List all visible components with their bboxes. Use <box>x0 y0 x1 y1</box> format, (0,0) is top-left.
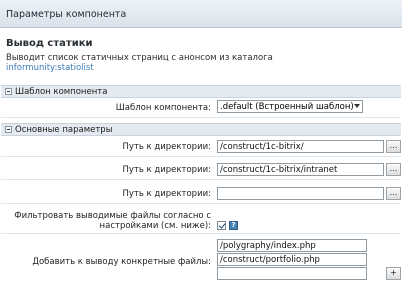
collapse-icon[interactable] <box>5 126 12 133</box>
component-code: informunity:statiolist <box>6 63 94 73</box>
row-template: Шаблон компонента: .default (Встроенный … <box>1 98 401 118</box>
row-add-files: Добавить к выводу конкретные файлы: /pol… <box>1 236 401 288</box>
section-main-title: Основные параметры <box>15 125 113 135</box>
path-input-3[interactable] <box>217 187 384 200</box>
component-description: Выводит список статичных страниц с анонс… <box>6 53 273 63</box>
filter-label-line1: Фильтровать выводимые файлы согласно с <box>14 211 211 221</box>
section-template[interactable]: Шаблон компонента <box>1 85 401 98</box>
template-select-value: .default (Встроенный шаблон) <box>220 102 354 112</box>
browse-button-2[interactable]: ... <box>386 163 401 176</box>
path-input-2[interactable]: /construct/1c-bitrix/intranet <box>217 163 384 176</box>
section-main[interactable]: Основные параметры <box>1 123 401 136</box>
section-template-title: Шаблон компонента <box>15 87 108 97</box>
row-path-1: Путь к директории: /construct/1c-bitrix/… <box>1 137 401 157</box>
add-files-label: Добавить к выводу конкретные файлы: <box>32 257 211 267</box>
component-header: Вывод статики Выводит список статичных с… <box>0 28 402 80</box>
dialog-titlebar: Параметры компонента <box>0 0 402 28</box>
add-file-input-3[interactable] <box>217 267 367 280</box>
path-label: Путь к директории: <box>122 189 211 199</box>
filter-checkbox[interactable] <box>217 221 226 230</box>
path-label: Путь к директории: <box>122 165 211 175</box>
add-file-input-1[interactable]: /polygraphy/index.php <box>217 239 367 252</box>
filter-label-line2: настройками (см. ниже): <box>99 221 211 231</box>
template-select[interactable]: .default (Встроенный шаблон) <box>217 100 363 113</box>
row-path-2: Путь к директории: /construct/1c-bitrix/… <box>1 160 401 180</box>
browse-button-1[interactable]: ... <box>386 140 401 153</box>
row-path-3: Путь к директории: ... <box>1 184 401 204</box>
browse-button-3[interactable]: ... <box>386 187 401 200</box>
template-label: Шаблон компонента: <box>115 103 211 113</box>
path-input-1[interactable]: /construct/1c-bitrix/ <box>217 140 384 153</box>
path-label: Путь к директории: <box>122 142 211 152</box>
help-icon[interactable]: ? <box>229 221 238 230</box>
chevron-down-icon <box>354 104 360 108</box>
add-file-button[interactable]: + <box>386 267 401 280</box>
component-name: Вывод статики <box>6 38 93 49</box>
collapse-icon[interactable] <box>5 88 12 95</box>
row-filter: Фильтровать выводимые файлы согласно с н… <box>1 208 401 234</box>
dialog-title: Параметры компонента <box>6 9 127 20</box>
add-file-input-2[interactable]: /construct/portfolio.php <box>217 253 367 266</box>
